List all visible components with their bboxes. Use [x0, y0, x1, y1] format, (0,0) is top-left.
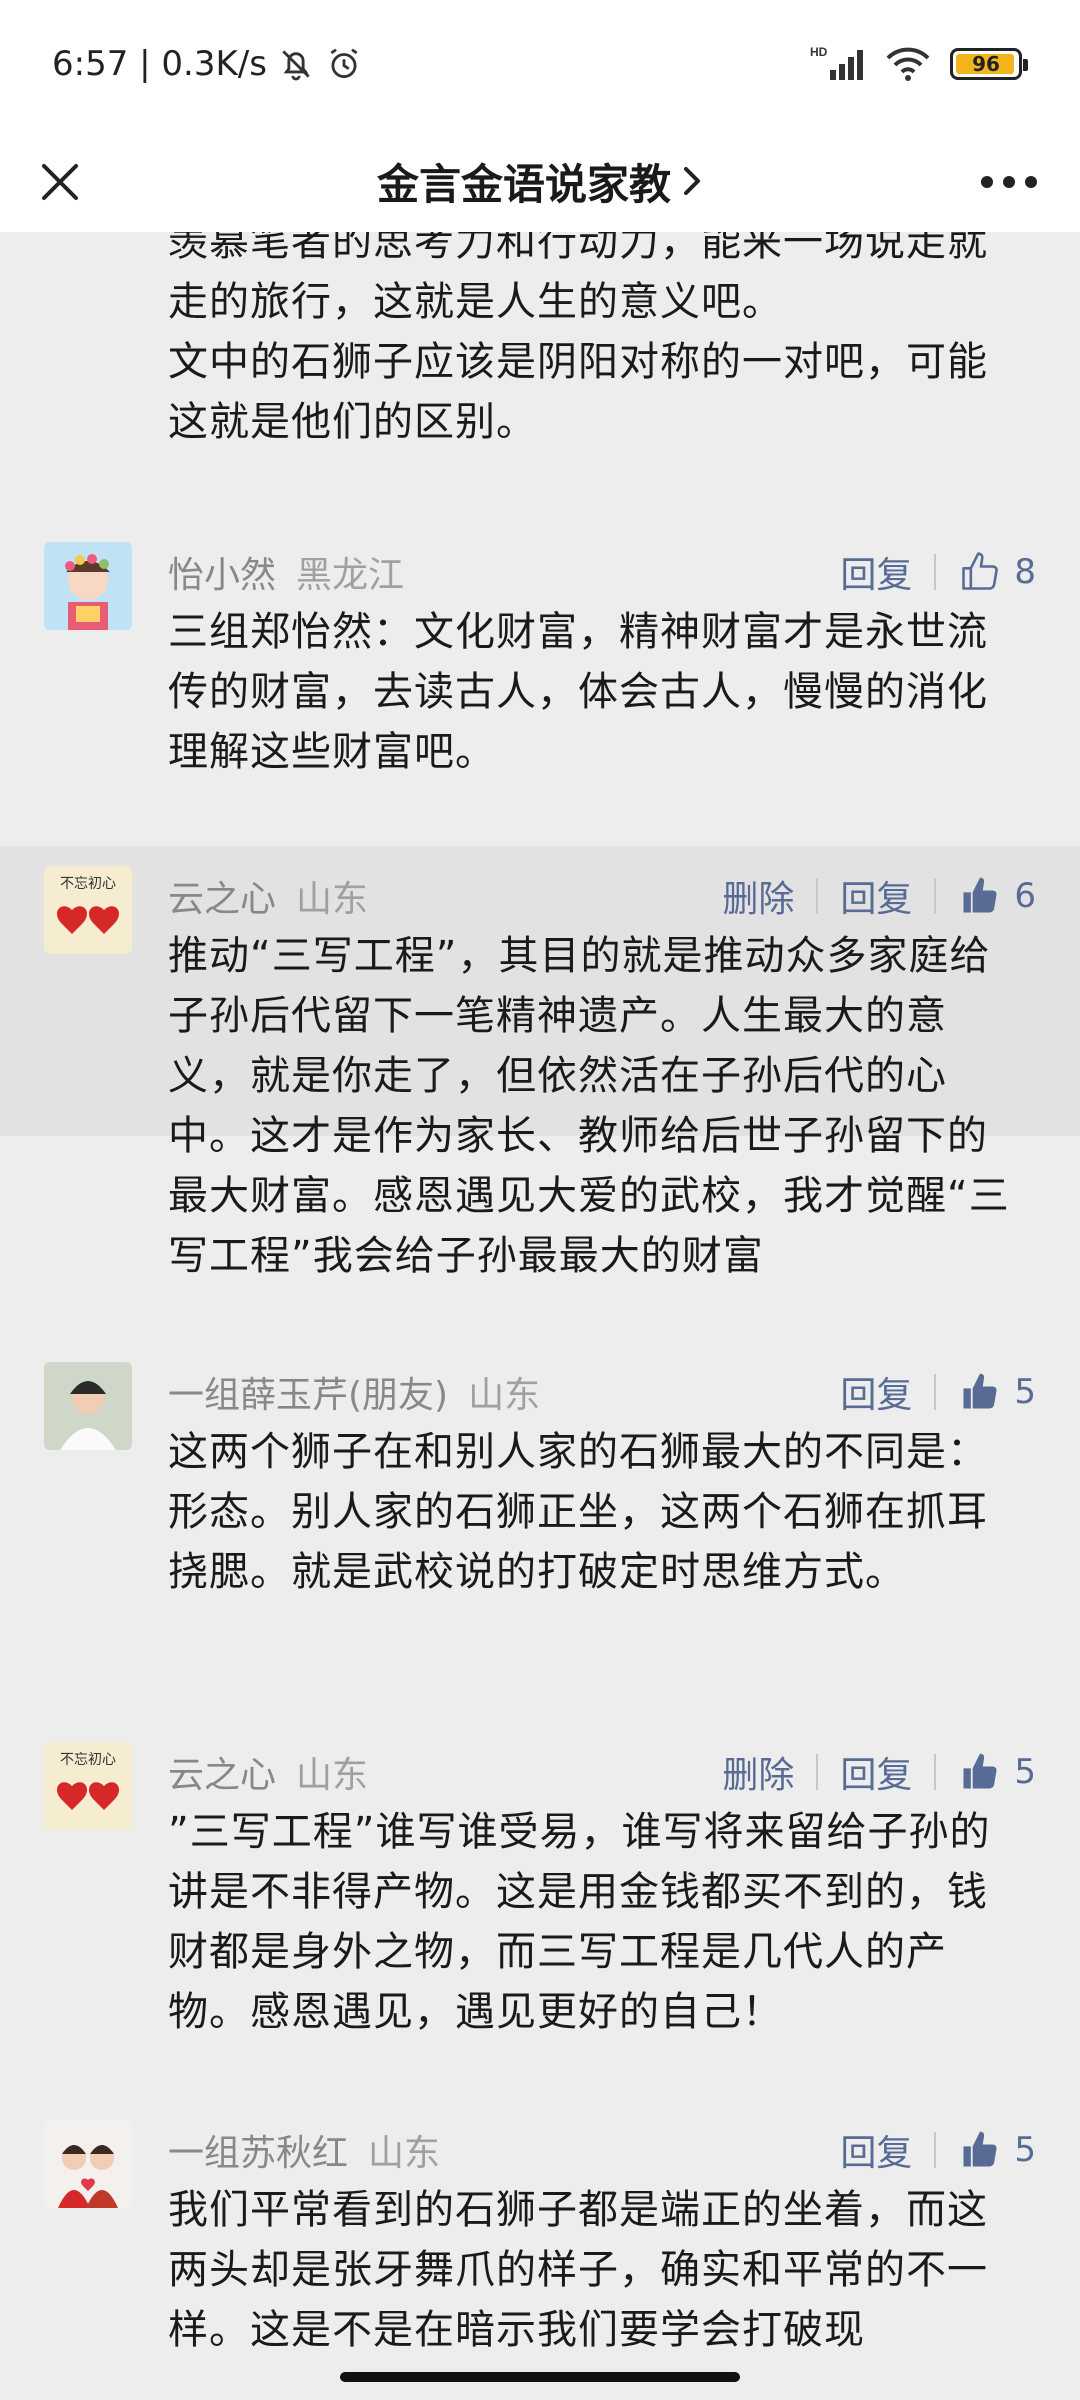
- divider: [934, 2132, 937, 2168]
- mute-bell-icon: [282, 50, 310, 81]
- commenter-location: 山东: [468, 1375, 541, 1416]
- comment-text: 三组郑怡然：文化财富，精神财富才是永世流传的财富，去读古人，体会古人，慢慢的消化…: [168, 609, 988, 775]
- like-button[interactable]: 5: [958, 1370, 1036, 1414]
- comment-list[interactable]: 羡慕笔者的思考力和行动力，能来一场说走就走的旅行，这就是人生的意义吧。 文中的石…: [0, 232, 1080, 2352]
- svg-text:不忘初心: 不忘初心: [60, 875, 116, 892]
- divider: [816, 1754, 819, 1790]
- like-button[interactable]: 6: [958, 874, 1036, 918]
- divider: [934, 878, 937, 914]
- chevron-right-icon: [684, 167, 700, 195]
- comment-item: 不忘初心 云之心 山东 删除 回复 6 推动“三写工程”，其目的就是推动众多家庭…: [0, 846, 1080, 1279]
- thumbs-up-filled-icon: [963, 2131, 997, 2167]
- home-indicator[interactable]: [340, 2372, 740, 2382]
- divider: [816, 878, 819, 914]
- comment-header: 一组薛玉芹(朋友) 山东 回复 5: [168, 1362, 1036, 1422]
- alarm-clock-icon: [330, 48, 358, 79]
- reply-button[interactable]: 回复: [840, 870, 912, 922]
- wifi-icon: [886, 47, 930, 81]
- battery-indicator: 96: [950, 48, 1028, 80]
- comment-actions: 回复 5: [840, 1366, 1036, 1418]
- comment-text: 我们平常看到的石狮子都是端正的坐着，而这两头却是张牙舞爪的样子，确实和平常的不一…: [168, 2187, 988, 2352]
- thumbs-up-outline-icon: [962, 552, 999, 590]
- commenter-location: 山东: [368, 2133, 441, 2174]
- like-count: 5: [1014, 1372, 1036, 1412]
- close-button[interactable]: [30, 152, 90, 212]
- like-button[interactable]: 5: [958, 2128, 1036, 2172]
- avatar[interactable]: [44, 1362, 132, 1450]
- like-count: 6: [1014, 876, 1036, 916]
- title-bar: 金言金语说家教: [0, 130, 1080, 232]
- like-count: 8: [1014, 552, 1036, 592]
- comment-actions: 删除 回复 5: [722, 1746, 1036, 1798]
- like-button[interactable]: 8: [958, 550, 1036, 594]
- close-icon: [42, 164, 78, 200]
- battery-text: 96: [972, 52, 1000, 76]
- reply-button[interactable]: 回复: [840, 546, 912, 598]
- commenter-location: 山东: [296, 879, 369, 920]
- status-left: 6:57 | 0.3K/s: [52, 44, 363, 84]
- like-button[interactable]: 5: [958, 1750, 1036, 1794]
- comment-item: 一组苏秋红 山东 回复 5 我们平常看到的石狮子都是端正的坐着，而这两头却是张牙…: [0, 2100, 1080, 2352]
- delete-button[interactable]: 删除: [722, 1746, 794, 1798]
- comment-text: 推动“三写工程”，其目的就是推动众多家庭给子孙后代留下一笔精神遗产。人生最大的意…: [168, 933, 1010, 1279]
- partial-comment-text: 羡慕笔者的思考力和行动力，能来一场说走就走的旅行，这就是人生的意义吧。 文中的石…: [168, 232, 988, 445]
- divider: [934, 1374, 937, 1410]
- divider: [934, 554, 937, 590]
- reply-button[interactable]: 回复: [840, 1366, 912, 1418]
- reply-button[interactable]: 回复: [840, 2124, 912, 2176]
- comment-text: 这两个狮子在和别人家的石狮最大的不同是：形态。别人家的石狮正坐，这两个石狮在抓耳…: [168, 1429, 988, 1595]
- status-right: HD 96: [810, 44, 1028, 84]
- more-button[interactable]: [974, 152, 1044, 212]
- comment-actions: 删除 回复 6: [722, 870, 1036, 922]
- commenter-name[interactable]: 怡小然: [168, 546, 276, 598]
- avatar[interactable]: 不忘初心: [44, 1742, 132, 1830]
- comment-item: 不忘初心 云之心 山东 删除 回复 5 ”三写工程”谁写谁受易，谁写将来留给子孙…: [0, 1722, 1080, 2035]
- divider: [934, 1754, 937, 1790]
- hd-label: HD: [810, 45, 828, 59]
- comment-item: 怡小然 黑龙江 回复 8 三组郑怡然：文化财富，精神财富才是永世流传的财富，去读…: [0, 522, 1080, 822]
- comment-actions: 回复 5: [840, 2124, 1036, 2176]
- commenter-name[interactable]: 云之心: [168, 870, 276, 922]
- comment-text: ”三写工程”谁写谁受易，谁写将来留给子孙的讲是不非得产物。这是用金钱都买不到的，…: [168, 1809, 991, 2035]
- thumbs-up-filled-icon: [963, 1753, 997, 1789]
- svg-text:不忘初心: 不忘初心: [60, 1751, 116, 1768]
- comment-actions: 回复 8: [840, 546, 1036, 598]
- commenter-name[interactable]: 一组薛玉芹(朋友): [168, 1366, 448, 1418]
- more-icon: [981, 176, 1037, 188]
- avatar[interactable]: [44, 542, 132, 630]
- avatar[interactable]: 不忘初心: [44, 866, 132, 954]
- like-count: 5: [1014, 1752, 1036, 1792]
- comment-header: 怡小然 黑龙江 回复 8: [168, 542, 1036, 602]
- status-bar: 6:57 | 0.3K/s HD 96: [0, 0, 1080, 130]
- thumbs-up-filled-icon: [963, 877, 997, 913]
- commenter-name[interactable]: 云之心: [168, 1746, 276, 1798]
- delete-button[interactable]: 删除: [722, 870, 794, 922]
- commenter-location: 山东: [296, 1755, 369, 1796]
- page-title: 金言金语说家教: [376, 159, 671, 209]
- signal-icon: HD: [810, 45, 863, 80]
- page-title-link[interactable]: 金言金语说家教: [377, 151, 703, 212]
- comment-header: 云之心 山东 删除 回复 5: [168, 1742, 1036, 1802]
- commenter-location: 黑龙江: [296, 555, 405, 596]
- comment-header: 一组苏秋红 山东 回复 5: [168, 2120, 1036, 2180]
- reply-button[interactable]: 回复: [840, 1746, 912, 1798]
- thumbs-up-filled-icon: [963, 1373, 997, 1409]
- commenter-name[interactable]: 一组苏秋红: [168, 2124, 348, 2176]
- comment-header: 云之心 山东 删除 回复 6: [168, 866, 1036, 926]
- like-count: 5: [1014, 2130, 1036, 2170]
- avatar[interactable]: [44, 2120, 132, 2208]
- comment-item: 一组薛玉芹(朋友) 山东 回复 5 这两个狮子在和别人家的石狮最大的不同是：形态…: [0, 1342, 1080, 1662]
- status-time: 6:57 | 0.3K/s: [52, 44, 267, 84]
